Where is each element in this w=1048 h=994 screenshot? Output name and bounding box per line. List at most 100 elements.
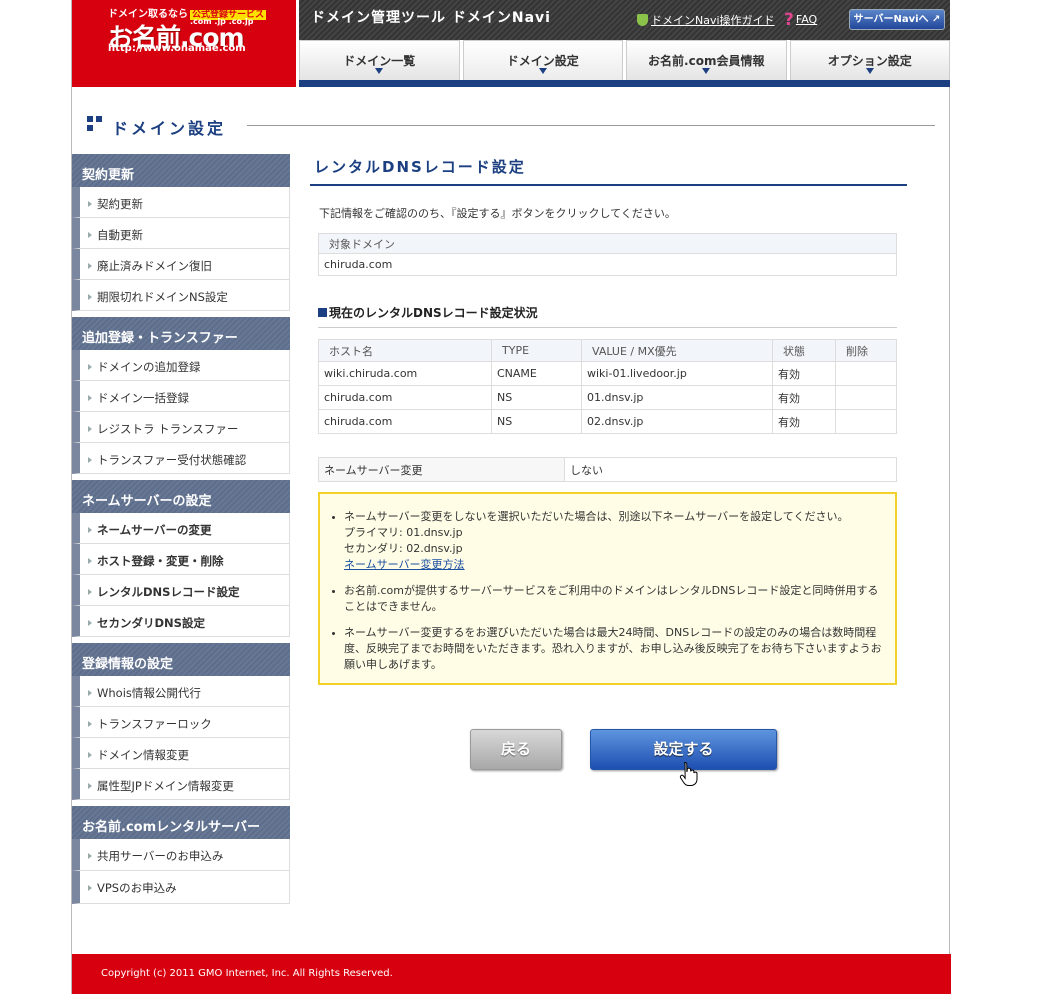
cell-status: 有効	[772, 361, 836, 386]
sidebar-item-expired-ns[interactable]: 期限切れドメインNS設定	[72, 280, 290, 311]
tab-label: お名前.com会員情報	[648, 54, 765, 68]
cell-delete	[835, 409, 897, 434]
page-title-bar: ドメイン設定	[84, 113, 936, 139]
triangle-right-icon	[88, 885, 92, 891]
column-header-value: VALUE / MX優先	[581, 339, 773, 362]
sidebar-group-registrant-info: 登録情報の設定 Whois情報公開代行 トランスファーロック ドメイン情報変更 …	[72, 643, 290, 800]
triangle-right-icon	[88, 752, 92, 758]
sidebar-item-registrar-transfer[interactable]: レジストラ トランスファー	[72, 412, 290, 443]
sidebar-item-renewal[interactable]: 契約更新	[72, 187, 290, 218]
triangle-right-icon	[88, 364, 92, 370]
back-button[interactable]: 戻る	[470, 729, 562, 770]
notice-item: お名前.comが提供するサーバーサービスをご利用中のドメインはレンタルDNSレコ…	[330, 583, 885, 615]
sidebar-item-label: ホスト登録・変更・削除	[97, 554, 224, 568]
onamae-logo[interactable]: ドメイン取るなら 公式登録サービス .com .jp .co.jp お名前.com…	[72, 0, 296, 87]
logo-url: http://www.onamae.com	[108, 43, 246, 54]
chevron-down-icon	[702, 68, 711, 74]
tab-domain-list[interactable]: ドメイン一覧	[299, 40, 460, 80]
sidebar-item-label: 共用サーバーのお申込み	[97, 849, 224, 863]
squares-icon	[87, 116, 103, 132]
faq-link[interactable]: ? FAQ	[784, 10, 817, 30]
column-header-host: ホスト名	[318, 339, 492, 362]
sidebar-group-rental-server: お名前.comレンタルサーバー 共用サーバーのお申込み VPSのお申込み	[72, 806, 290, 904]
target-domain-value: chiruda.com	[318, 253, 897, 276]
sidebar-group-title: 登録情報の設定	[72, 643, 290, 676]
cell-delete	[835, 361, 897, 386]
sidebar-group-title: ネームサーバーの設定	[72, 480, 290, 513]
cell-host: chiruda.com	[318, 385, 492, 410]
sidebar-item-label: セカンダリDNS設定	[97, 616, 205, 630]
beginner-icon	[637, 14, 648, 26]
intro-text: 下記情報をご確認ののち、『設定する』ボタンをクリックしてください。	[319, 207, 676, 220]
header-bar: ドメイン管理ツール ドメインNavi ドメインNavi操作ガイド ? FAQ サー…	[299, 0, 950, 40]
triangle-right-icon	[88, 395, 92, 401]
triangle-right-icon	[88, 783, 92, 789]
sidebar-item-secondary-dns[interactable]: セカンダリDNS設定	[72, 606, 290, 637]
sidebar-item-shared-server[interactable]: 共用サーバーのお申込み	[72, 839, 290, 871]
triangle-right-icon	[88, 263, 92, 269]
sidebar-item-transfer-lock[interactable]: トランスファーロック	[72, 707, 290, 738]
triangle-right-icon	[88, 426, 92, 432]
notice-box: ネームサーバー変更をしないを選択いただいた場合は、別途以下ネームサーバーを設定し…	[318, 492, 897, 685]
sidebar-item-label: Whois情報公開代行	[97, 686, 201, 700]
triangle-right-icon	[88, 294, 92, 300]
sidebar-item-label: ドメインの追加登録	[97, 360, 201, 374]
section-heading: レンタルDNSレコード設定	[310, 154, 907, 186]
server-navi-button[interactable]: サーバーNaviへ ↗	[849, 9, 945, 30]
sidebar-item-jp-domain-info[interactable]: 属性型JPドメイン情報変更	[72, 769, 290, 800]
question-icon: ?	[784, 10, 794, 30]
sidebar-group-nameserver: ネームサーバーの設定 ネームサーバーの変更 ホスト登録・変更・削除 レンタルDN…	[72, 480, 290, 637]
sidebar-item-vps[interactable]: VPSのお申込み	[72, 871, 290, 904]
sidebar-item-ns-change[interactable]: ネームサーバーの変更	[72, 513, 290, 544]
sidebar-item-label: トランスファーロック	[97, 717, 212, 731]
faq-link-label: FAQ	[795, 13, 818, 26]
divider	[247, 125, 935, 126]
sidebar-item-add-domain[interactable]: ドメインの追加登録	[72, 350, 290, 381]
sidebar-item-restore[interactable]: 廃止済みドメイン復旧	[72, 249, 290, 280]
tab-member-info[interactable]: お名前.com会員情報	[626, 40, 787, 80]
sidebar: 契約更新 契約更新 自動更新 廃止済みドメイン復旧 期限切れドメインNS設定 追…	[72, 154, 290, 910]
triangle-right-icon	[88, 721, 92, 727]
table-header-row: ホスト名 TYPE VALUE / MX優先 状態 削除	[318, 339, 897, 362]
dns-records-table: ホスト名 TYPE VALUE / MX優先 状態 削除 wiki.chirud…	[318, 339, 897, 434]
sidebar-item-host-register[interactable]: ホスト登録・変更・削除	[72, 544, 290, 575]
sidebar-group-renewal: 契約更新 契約更新 自動更新 廃止済みドメイン復旧 期限切れドメインNS設定	[72, 154, 290, 311]
guide-link-label: ドメインNavi操作ガイド	[651, 14, 775, 27]
records-section-title-text: 現在のレンタルDNSレコード設定状況	[329, 306, 538, 320]
page-title: ドメイン設定	[112, 119, 227, 138]
triangle-right-icon	[88, 589, 92, 595]
ns-change-table: ネームサーバー変更 しない	[318, 457, 897, 482]
ns-change-label: ネームサーバー変更	[318, 457, 565, 482]
table-row: chiruda.com NS 02.dnsv.jp 有効	[318, 409, 897, 434]
target-domain-table: 対象ドメイン chiruda.com	[318, 233, 897, 276]
sidebar-item-label: ネームサーバーの変更	[97, 523, 212, 537]
triangle-right-icon	[88, 232, 92, 238]
sidebar-item-whois-proxy[interactable]: Whois情報公開代行	[72, 676, 290, 707]
square-bullet-icon	[318, 308, 327, 317]
sidebar-item-transfer-status[interactable]: トランスファー受付状態確認	[72, 443, 290, 474]
triangle-right-icon	[88, 690, 92, 696]
sidebar-item-label: ドメイン情報変更	[97, 748, 189, 762]
copyright: Copyright (c) 2011 GMO Internet, Inc. Al…	[101, 968, 393, 979]
main-content: レンタルDNSレコード設定 下記情報をご確認ののち、『設定する』ボタンをクリック…	[310, 154, 907, 786]
cell-status: 有効	[772, 409, 836, 434]
hand-cursor-icon	[679, 761, 698, 786]
triangle-right-icon	[88, 527, 92, 533]
chevron-down-icon	[375, 68, 384, 74]
sidebar-item-auto-renewal[interactable]: 自動更新	[72, 218, 290, 249]
sidebar-item-rental-dns[interactable]: レンタルDNSレコード設定	[72, 575, 290, 606]
sidebar-item-label: ドメイン一括登録	[97, 391, 189, 405]
triangle-right-icon	[88, 853, 92, 859]
footer: Copyright (c) 2011 GMO Internet, Inc. Al…	[72, 954, 951, 994]
chevron-down-icon	[538, 68, 547, 74]
sidebar-item-label: レジストラ トランスファー	[97, 422, 239, 436]
guide-link[interactable]: ドメインNavi操作ガイド	[637, 12, 775, 28]
tab-option-settings[interactable]: オプション設定	[789, 40, 950, 80]
cell-type: NS	[491, 385, 582, 410]
ns-change-method-link[interactable]: ネームサーバー変更方法	[344, 558, 465, 571]
sidebar-item-bulk-register[interactable]: ドメイン一括登録	[72, 381, 290, 412]
page: ドメイン取るなら 公式登録サービス .com .jp .co.jp お名前.com…	[71, 0, 951, 994]
cell-value: 02.dnsv.jp	[581, 409, 773, 434]
sidebar-item-domain-info[interactable]: ドメイン情報変更	[72, 738, 290, 769]
sidebar-item-label: VPSのお申込み	[97, 881, 177, 895]
